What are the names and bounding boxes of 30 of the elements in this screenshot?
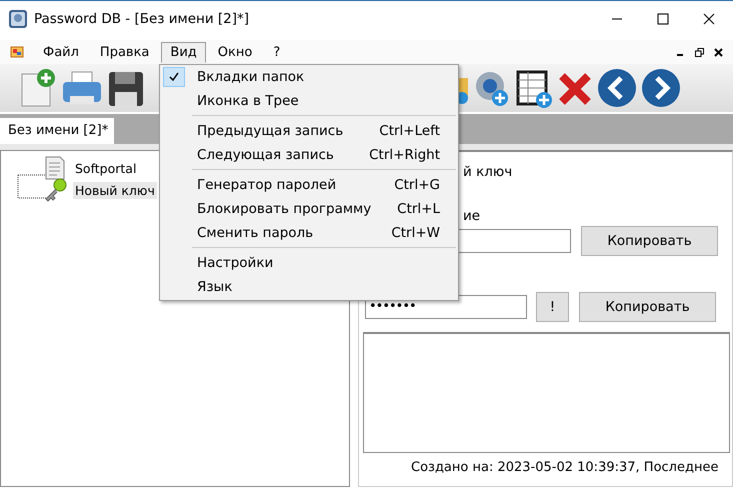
copy-button[interactable]: Копировать xyxy=(579,292,716,322)
tree-item[interactable]: Новый ключ xyxy=(73,182,157,198)
entry-title: й ключ xyxy=(463,164,512,180)
menu-item[interactable]: Окно xyxy=(208,42,262,62)
menu-item[interactable]: ? xyxy=(264,42,290,62)
menu-item[interactable]: Вкладки папок xyxy=(160,65,458,89)
notes-field[interactable] xyxy=(363,332,730,453)
window-title: Password DB - [Без имени [2]*] xyxy=(34,11,250,27)
menu-item[interactable]: Иконка в Трее xyxy=(160,89,458,113)
tree-item[interactable]: Softportal xyxy=(73,160,138,176)
key-icon xyxy=(43,178,67,202)
menu-item[interactable]: Следующая запись Ctrl+Right xyxy=(160,143,458,167)
menu-item[interactable]: Предыдущая запись Ctrl+Left xyxy=(160,119,458,143)
menu-item[interactable]: Вид xyxy=(161,42,206,62)
menu-item[interactable]: Настройки xyxy=(160,251,458,275)
app-icon xyxy=(8,9,28,29)
status-text: Создано на: 2023-05-02 10:39:37, Последнее xyxy=(411,460,720,475)
menu-item[interactable]: Файл xyxy=(34,42,88,62)
copy-button[interactable]: Копировать xyxy=(581,226,718,256)
restore-icon[interactable] xyxy=(695,48,704,56)
field-label: ие xyxy=(463,208,480,224)
show-password-button[interactable]: ! xyxy=(536,292,569,322)
menu-item[interactable]: Блокировать программу Ctrl+L xyxy=(160,197,458,221)
menu-item[interactable]: Генератор паролей Ctrl+G xyxy=(160,173,458,197)
menu-item[interactable]: Правка xyxy=(90,42,158,62)
close-icon[interactable] xyxy=(714,48,723,56)
menu-item[interactable]: Сменить пароль Ctrl+W xyxy=(160,221,458,245)
maximize-icon[interactable] xyxy=(657,13,669,25)
document-tab[interactable]: Без имени [2]* xyxy=(0,118,114,144)
close-icon[interactable] xyxy=(703,13,715,25)
